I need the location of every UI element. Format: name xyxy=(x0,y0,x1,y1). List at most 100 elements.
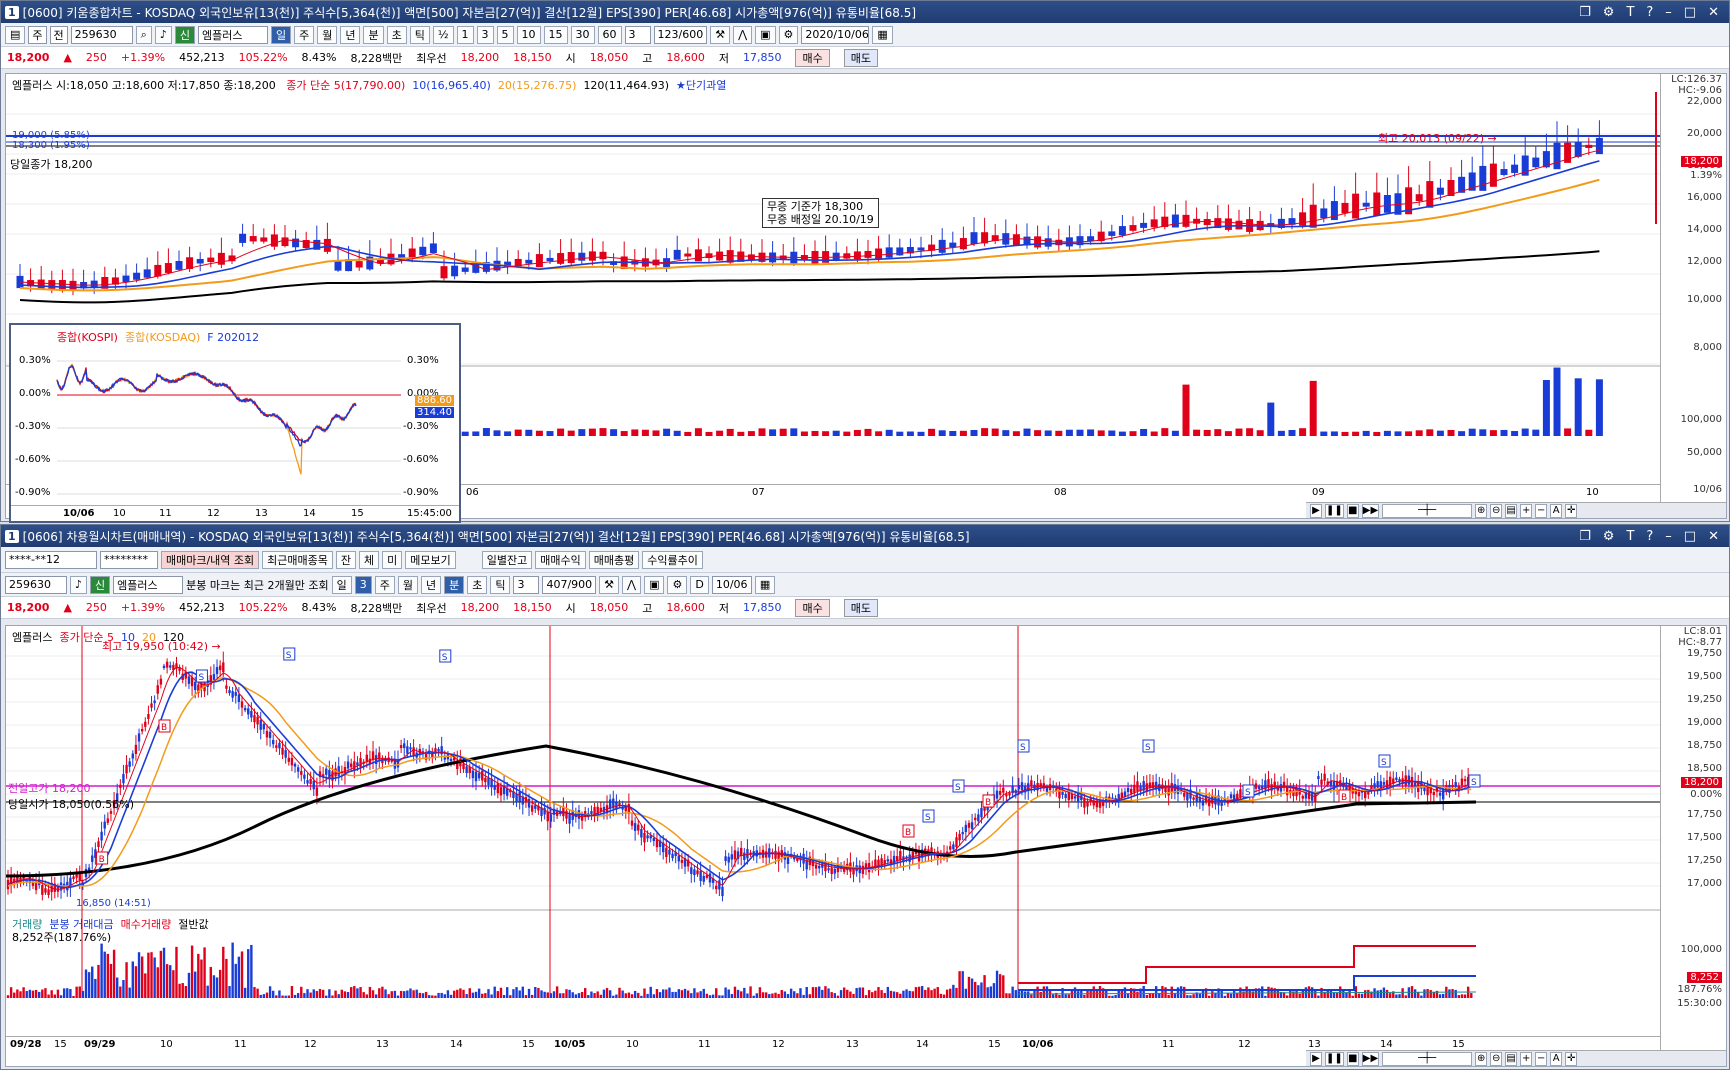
tab-second[interactable]: 초 xyxy=(467,575,488,594)
bottom-scroll-controls[interactable]: ▶ ❚❚ ■ ▶▶ ─┼─ ⊕ ⊖ ▤ + − A ✛ xyxy=(1306,1050,1726,1066)
interval-5[interactable]: 5 xyxy=(496,25,514,44)
tab-month[interactable]: 월 xyxy=(397,575,418,594)
restore-icon[interactable]: ❐ xyxy=(1579,5,1591,20)
sell-button[interactable]: 매도 xyxy=(843,48,878,67)
text-icon[interactable]: A xyxy=(1550,503,1563,518)
index-inset-chart[interactable]: 종합(KOSPI) 종합(KOSDAQ) F 202012 0.30% 0.00… xyxy=(9,323,461,523)
stop-icon[interactable]: ■ xyxy=(1346,503,1359,518)
tab-tick[interactable]: 틱 xyxy=(490,575,511,594)
stock-name[interactable]: 엠플러스 xyxy=(113,575,184,594)
pattern-icon[interactable]: ⋀ xyxy=(622,575,642,594)
tab-interval[interactable]: 3 xyxy=(354,575,372,594)
settings-icon[interactable]: ⚙ xyxy=(1603,5,1615,20)
text-icon[interactable]: A xyxy=(1550,1051,1563,1066)
tab-second[interactable]: 초 xyxy=(386,25,407,44)
text-size-icon[interactable]: T xyxy=(1626,529,1634,544)
maximize-icon[interactable]: □ xyxy=(1684,529,1696,544)
zoom-out-icon[interactable]: ⊖ xyxy=(1490,1051,1503,1066)
fast-forward-icon[interactable]: ▶▶ xyxy=(1361,503,1380,518)
account-select[interactable]: ****-**12 xyxy=(5,550,97,569)
memo-button[interactable]: 메모보기 xyxy=(405,550,456,569)
stop-icon[interactable]: ■ xyxy=(1346,1051,1359,1066)
restore-icon[interactable]: ❐ xyxy=(1579,529,1591,544)
layout-icon[interactable]: ▤ xyxy=(1505,503,1518,518)
zoom-out-icon[interactable]: ⊖ xyxy=(1490,503,1503,518)
text-size-icon[interactable]: T xyxy=(1626,5,1634,20)
minus-icon[interactable]: − xyxy=(1535,1051,1548,1066)
interval-10[interactable]: 10 xyxy=(516,25,541,44)
save-icon[interactable]: ▣ xyxy=(755,25,776,44)
count-input[interactable]: 3 xyxy=(513,575,540,594)
search-icon[interactable]: ⌕ xyxy=(135,25,152,44)
tab-week[interactable]: 주 xyxy=(374,575,395,594)
interval-3[interactable]: 3 xyxy=(476,25,494,44)
buy-button[interactable]: 매수 xyxy=(795,48,830,67)
daily-balance-button[interactable]: 일별잔고 xyxy=(481,550,533,569)
calendar-icon[interactable]: ▦ xyxy=(872,25,893,44)
chart-tool-icon[interactable]: ⚒ xyxy=(710,25,731,44)
tab-tick[interactable]: 틱 xyxy=(409,25,430,44)
buy-button[interactable]: 매수 xyxy=(795,598,830,617)
help-icon[interactable]: ? xyxy=(1646,5,1653,20)
help-icon[interactable]: ? xyxy=(1646,529,1653,544)
combo-select[interactable]: 전 xyxy=(49,25,68,44)
settings-icon[interactable]: ⚙ xyxy=(1603,529,1615,544)
close-icon[interactable]: ✕ xyxy=(1708,529,1719,544)
scroll-slider[interactable]: ─┼─ xyxy=(1382,503,1473,518)
recent-trades-button[interactable]: 최근매매종목 xyxy=(262,550,333,569)
minimize-icon[interactable]: – xyxy=(1665,5,1672,20)
tab-day[interactable]: 일 xyxy=(270,25,292,44)
interval-60[interactable]: 60 xyxy=(597,25,622,44)
crosshair-icon[interactable]: ✛ xyxy=(1565,503,1578,518)
interval-1[interactable]: 1 xyxy=(456,25,474,44)
ratio-input[interactable]: 123/600 xyxy=(653,25,708,44)
interval-half[interactable]: ½ xyxy=(432,25,454,44)
stock-code-input[interactable]: 259630 xyxy=(5,575,67,594)
trade-review-button[interactable]: 매매총평 xyxy=(588,550,640,569)
menu-icon[interactable]: ▤ xyxy=(5,25,26,44)
tab-year[interactable]: 년 xyxy=(420,575,442,594)
sell-button[interactable]: 매도 xyxy=(843,598,878,617)
zoom-icon[interactable]: ⊕ xyxy=(1475,1051,1488,1066)
filled-button[interactable]: 체 xyxy=(359,550,380,569)
sound-icon[interactable]: ♪ xyxy=(154,25,172,44)
date-input[interactable]: 10/06 xyxy=(711,575,752,594)
interval-30[interactable]: 30 xyxy=(570,25,595,44)
trade-mark-query-button[interactable]: 매매마크/내역 조회 xyxy=(161,550,260,569)
play-icon[interactable]: ▶ xyxy=(1310,503,1322,518)
stock-code-input[interactable]: 259630 xyxy=(70,25,133,44)
market-select[interactable]: 주 xyxy=(28,25,47,44)
scroll-slider[interactable]: ─┼─ xyxy=(1382,1051,1473,1066)
layout-icon[interactable]: ▤ xyxy=(1505,1051,1518,1066)
calendar-icon[interactable]: ▦ xyxy=(754,575,776,594)
tab-minute[interactable]: 분 xyxy=(444,575,465,594)
fast-forward-icon[interactable]: ▶▶ xyxy=(1361,1051,1380,1066)
top-scroll-controls[interactable]: ▶ ❚❚ ■ ▶▶ ─┼─ ⊕ ⊖ ▤ + − A ✛ xyxy=(1306,502,1726,518)
unfilled-button[interactable]: 미 xyxy=(382,550,403,569)
pause-icon[interactable]: ❚❚ xyxy=(1325,503,1344,518)
save-icon[interactable]: ▣ xyxy=(644,575,665,594)
trade-profit-button[interactable]: 매매수익 xyxy=(535,550,586,569)
pattern-icon[interactable]: ⋀ xyxy=(733,25,753,44)
count-input[interactable]: 3 xyxy=(624,25,651,44)
play-icon[interactable]: ▶ xyxy=(1310,1051,1322,1066)
minute-price-chart[interactable]: 엠플러스 종가 단순 5 10 20 120 BBSSSBSSBSSSBSS 최… xyxy=(5,625,1727,1067)
gear-icon[interactable]: ⚙ xyxy=(778,25,799,44)
password-input[interactable]: ******** xyxy=(100,550,158,569)
chart-tool-icon[interactable]: ⚒ xyxy=(599,575,620,594)
tab-year[interactable]: 년 xyxy=(340,25,361,44)
crosshair-icon[interactable]: ✛ xyxy=(1565,1051,1578,1066)
minus-icon[interactable]: − xyxy=(1535,503,1548,518)
tab-month[interactable]: 월 xyxy=(317,25,338,44)
return-trend-button[interactable]: 수익률추이 xyxy=(642,550,703,569)
close-icon[interactable]: ✕ xyxy=(1708,5,1719,20)
plus-icon[interactable]: + xyxy=(1520,1051,1533,1066)
sound-icon[interactable]: ♪ xyxy=(70,575,88,594)
plus-icon[interactable]: + xyxy=(1520,503,1533,518)
interval-15[interactable]: 15 xyxy=(543,25,568,44)
balance-button[interactable]: 잔 xyxy=(335,550,357,569)
ratio-input[interactable]: 407/900 xyxy=(542,575,597,594)
tab-minute[interactable]: 분 xyxy=(363,25,384,44)
gear-icon[interactable]: ⚙ xyxy=(667,575,688,594)
pause-icon[interactable]: ❚❚ xyxy=(1325,1051,1344,1066)
